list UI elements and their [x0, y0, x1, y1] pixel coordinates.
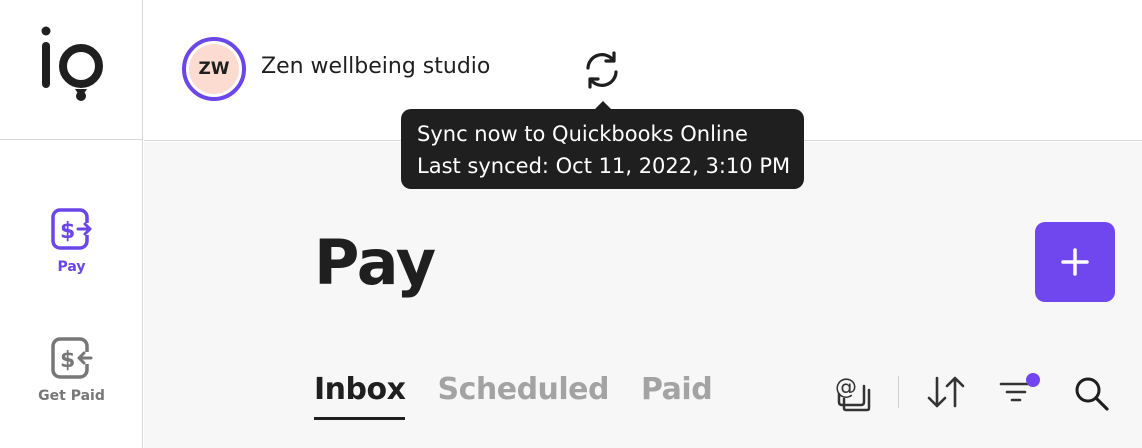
- svg-text:$: $: [60, 219, 75, 244]
- sidebar-item-pay[interactable]: $ Pay: [0, 207, 143, 275]
- tab-scheduled[interactable]: Scheduled: [437, 372, 609, 420]
- logo-area[interactable]: [0, 0, 143, 140]
- tooltip-arrow: [595, 101, 611, 109]
- sidebar-item-label: Get Paid: [38, 388, 105, 404]
- company-name: Zen wellbeing studio: [261, 54, 491, 79]
- toolbar-divider: [898, 376, 899, 408]
- search-button[interactable]: [1072, 374, 1112, 418]
- search-icon: [1075, 377, 1109, 411]
- tooltip-line-1: Sync now to Quickbooks Online: [417, 122, 748, 146]
- page-title: Pay: [314, 226, 436, 299]
- sync-button[interactable]: [580, 48, 624, 92]
- dollar-receive-icon: $: [50, 337, 92, 379]
- filter-button[interactable]: [999, 370, 1043, 414]
- sync-icon: [586, 51, 618, 89]
- sidebar: $ Pay $ Get Paid: [0, 0, 143, 448]
- email-inbox-button[interactable]: @: [833, 372, 873, 416]
- svg-text:$: $: [60, 348, 75, 373]
- filter-icon: [999, 373, 1040, 402]
- tooltip-line-2: Last synced: Oct 11, 2022, 3:10 PM: [417, 154, 791, 178]
- tab-paid[interactable]: Paid: [641, 372, 713, 420]
- dollar-send-icon: $: [50, 208, 92, 250]
- add-button[interactable]: [1035, 222, 1115, 302]
- plus-icon: [1061, 248, 1089, 276]
- sort-icon: [927, 376, 965, 408]
- tab-inbox[interactable]: Inbox: [314, 372, 406, 420]
- avatar[interactable]: ZW: [182, 37, 246, 101]
- sidebar-item-get-paid[interactable]: $ Get Paid: [0, 336, 143, 404]
- avatar-initials: ZW: [189, 44, 239, 94]
- sidebar-item-label: Pay: [57, 259, 86, 275]
- sync-tooltip: Sync now to Quickbooks Online Last synce…: [401, 101, 804, 189]
- sort-button[interactable]: [925, 372, 967, 416]
- email-inbox-icon: @: [835, 375, 871, 412]
- tab-bar: Inbox Scheduled Paid: [314, 372, 713, 420]
- io-logo-icon: [41, 26, 103, 101]
